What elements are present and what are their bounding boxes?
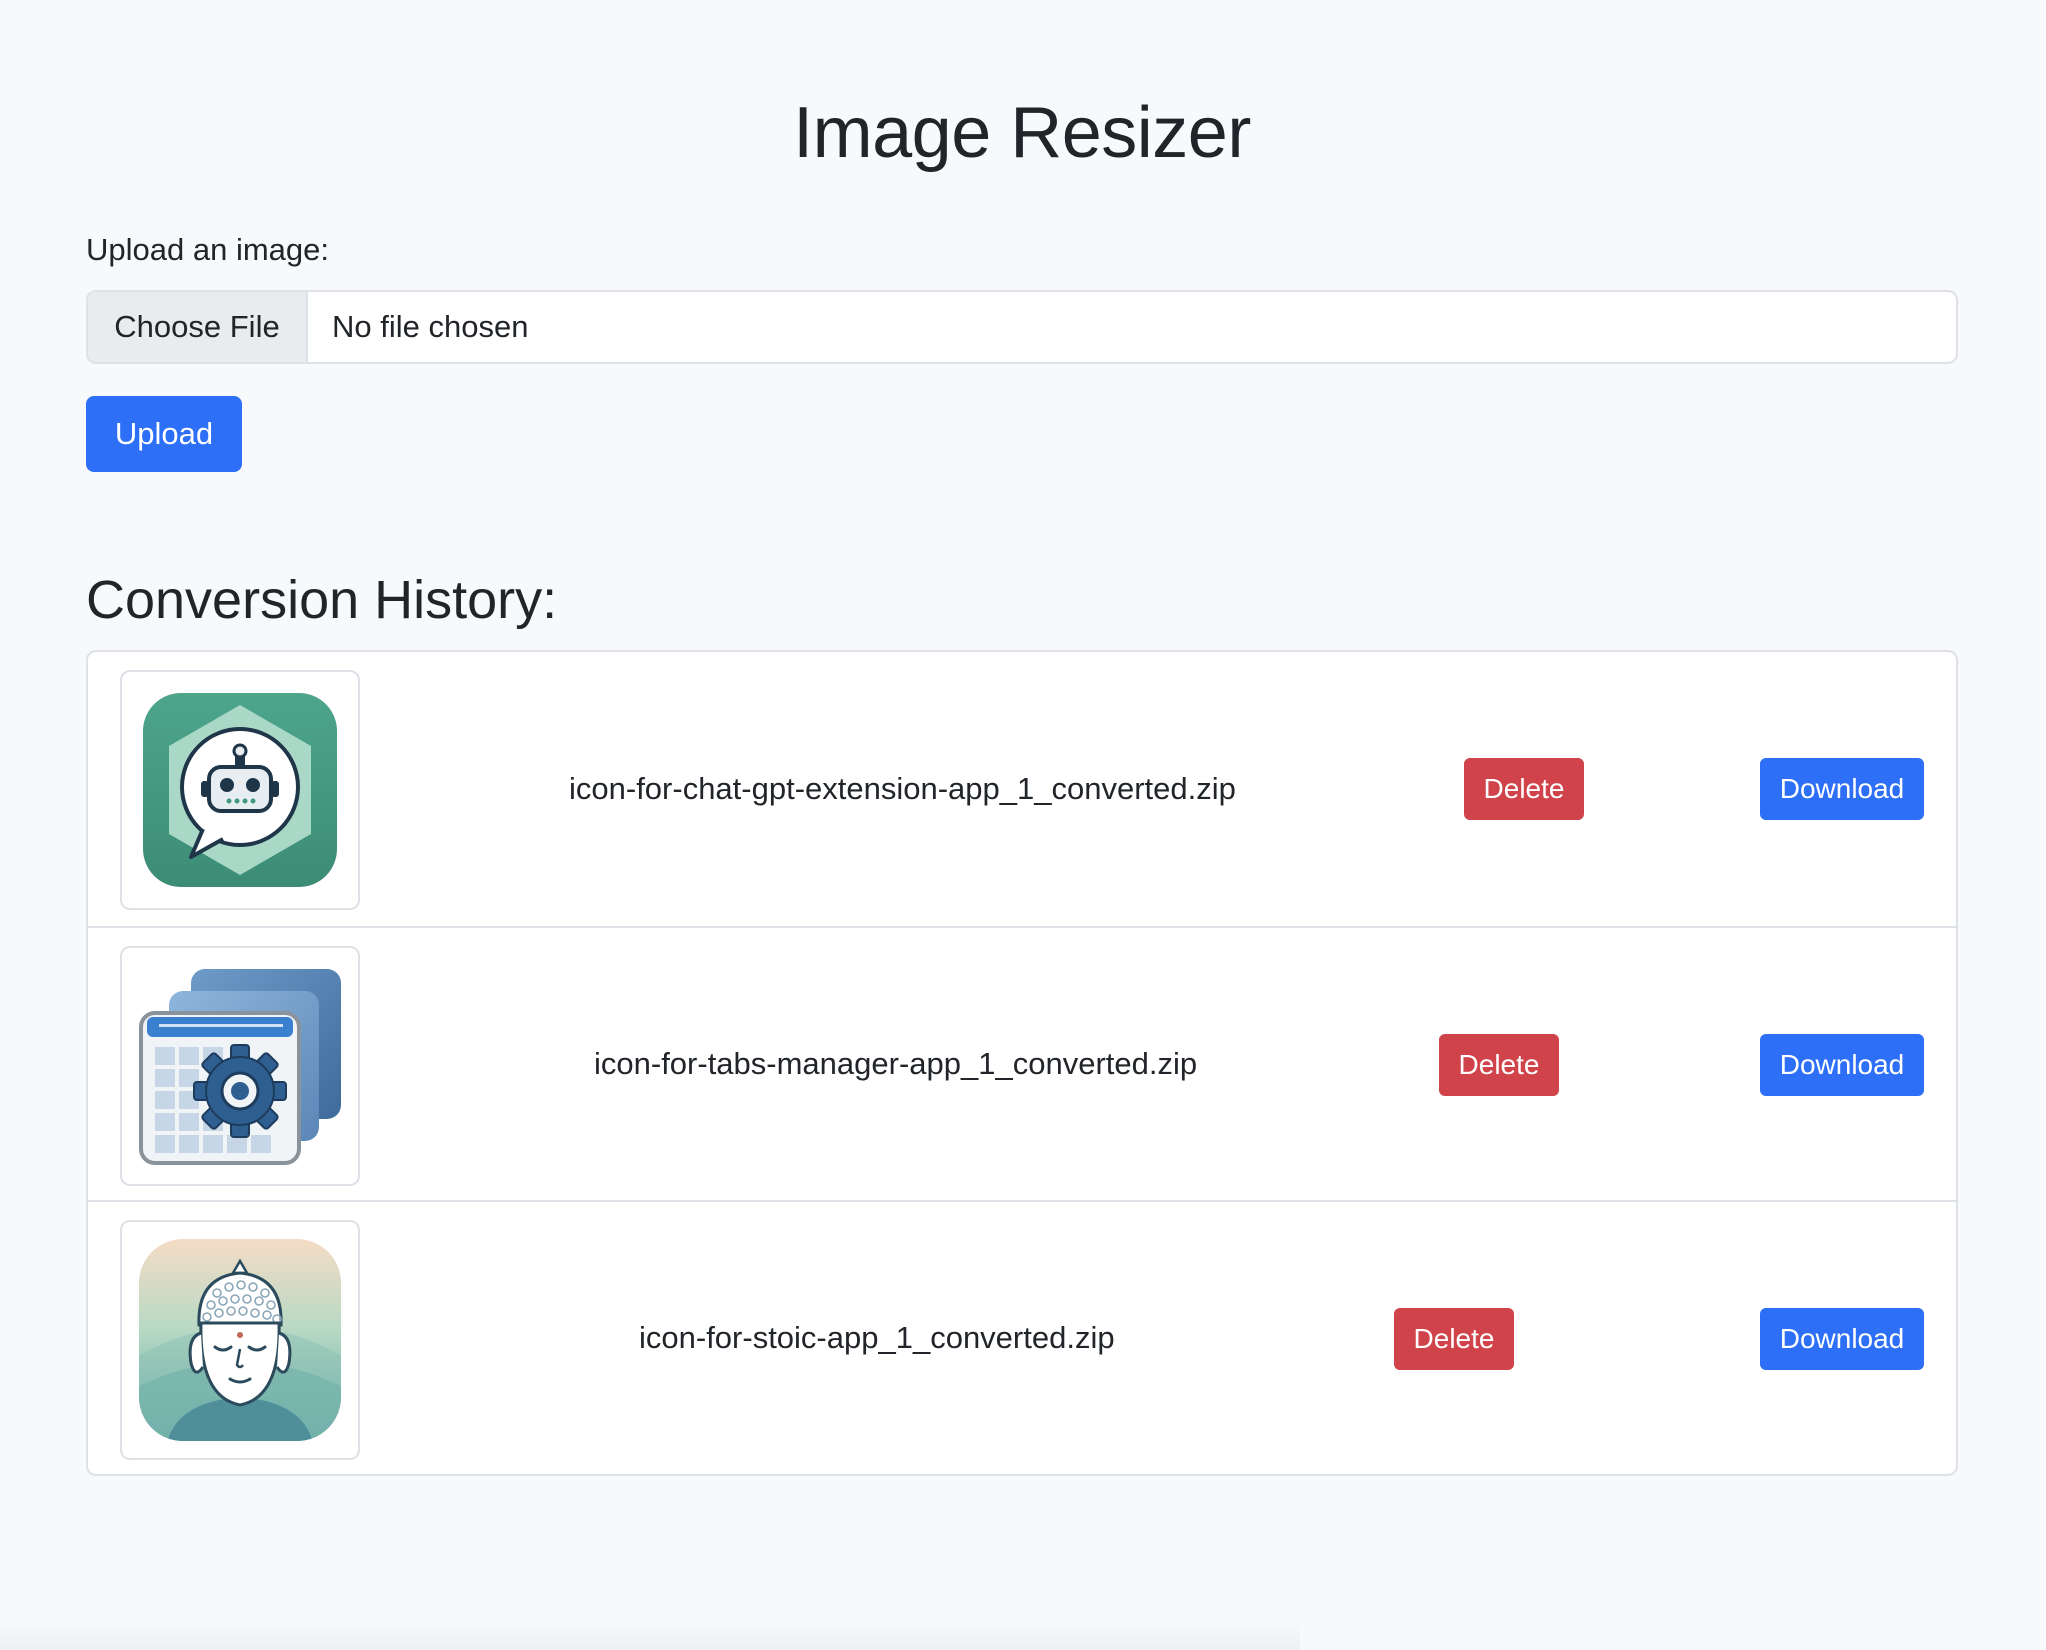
download-button[interactable]: Download (1760, 758, 1924, 820)
delete-button[interactable]: Delete (1464, 758, 1584, 820)
choose-file-button[interactable]: Choose File (88, 292, 308, 362)
tabs-manager-gear-icon (139, 969, 341, 1165)
history-row: icon-for-chat-gpt-extension-app_1_conver… (88, 652, 1956, 926)
page-title: Image Resizer (793, 93, 1251, 173)
download-button[interactable]: Download (1760, 1034, 1924, 1096)
thumbnail (120, 946, 360, 1186)
buddha-face-icon (139, 1239, 341, 1441)
history-list: icon-for-chat-gpt-extension-app_1_conver… (86, 650, 1958, 1476)
filename: icon-for-chat-gpt-extension-app_1_conver… (569, 771, 1236, 806)
history-row: icon-for-stoic-app_1_converted.zip Delet… (88, 1200, 1956, 1474)
history-row: icon-for-tabs-manager-app_1_converted.zi… (88, 926, 1956, 1200)
thumbnail (120, 1220, 360, 1460)
page-container: Image Resizer Upload an image: Choose Fi… (86, 0, 1958, 1476)
upload-label: Upload an image: (86, 232, 329, 267)
file-status-text: No file chosen (332, 309, 529, 344)
bottom-shadow (0, 1620, 1300, 1650)
filename: icon-for-stoic-app_1_converted.zip (639, 1320, 1115, 1355)
upload-button[interactable]: Upload (86, 396, 242, 472)
history-title: Conversion History: (86, 570, 558, 630)
file-input[interactable]: Choose File No file chosen (86, 290, 1958, 364)
filename: icon-for-tabs-manager-app_1_converted.zi… (594, 1046, 1198, 1081)
download-button[interactable]: Download (1760, 1308, 1924, 1370)
delete-button[interactable]: Delete (1439, 1034, 1559, 1096)
thumbnail (120, 670, 360, 910)
delete-button[interactable]: Delete (1394, 1308, 1514, 1370)
chat-bot-icon (143, 693, 337, 887)
